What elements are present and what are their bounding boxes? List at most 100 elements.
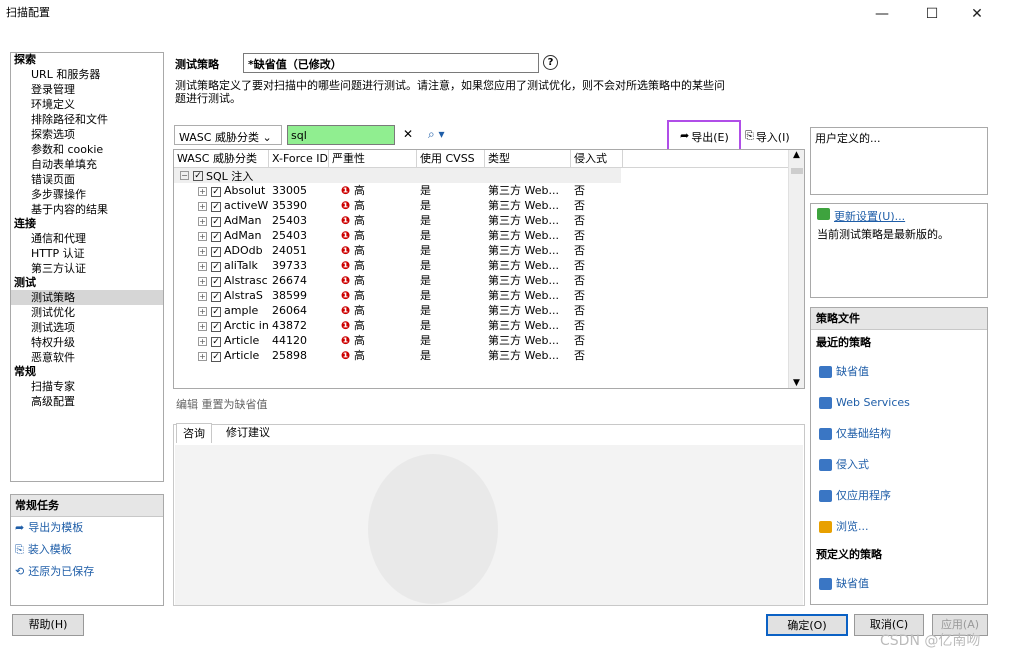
help-button[interactable]: 帮助(H) [12,614,84,636]
tab-fix-recommendation[interactable]: 修订建议 [220,423,276,443]
checkbox[interactable]: ✓ [193,170,203,181]
help-icon[interactable]: ? [543,55,558,70]
nav-item[interactable]: 错误页面 [11,172,163,187]
nav-item[interactable]: 恶意软件 [11,350,163,365]
nav-item[interactable]: 测试优化 [11,305,163,320]
ok-button[interactable]: 确定(O) [766,614,848,636]
checkbox[interactable]: ✓ [211,187,221,197]
expand-icon[interactable]: + [198,247,207,256]
col-type[interactable]: 类型 [485,150,571,168]
nav-item[interactable]: 排除路径和文件 [11,112,163,127]
table-row[interactable]: + ✓ activeW 35390 ❶ 高是第三方 Web... 否 [174,198,804,213]
expand-icon[interactable]: + [198,217,207,226]
recent-policy-item[interactable]: 仅应用程序 [811,480,987,511]
table-row[interactable]: + ✓ Absolut 33005 ❶ 高是第三方 Web... 否 [174,183,804,198]
expand-icon[interactable]: + [198,292,207,301]
checkbox[interactable]: ✓ [211,337,221,347]
nav-item[interactable]: 参数和 cookie [11,142,163,157]
table-row[interactable]: + ✓ AlstraS 38599 ❶ 高是第三方 Web... 否 [174,288,804,303]
table-row[interactable]: + ✓ ample 26064 ❶ 高是第三方 Web... 否 [174,303,804,318]
nav-item[interactable]: 登录管理 [11,82,163,97]
scroll-thumb[interactable] [791,168,803,174]
recent-policy-item[interactable]: Web Services [811,387,987,418]
expand-icon[interactable]: + [198,187,207,196]
col-cvss[interactable]: 使用 CVSS [417,150,485,168]
nav-item[interactable]: 扫描专家 [11,379,163,394]
restore-saved-link[interactable]: ⟲ 还原为已保存 [11,561,163,583]
checkbox[interactable]: ✓ [211,247,221,257]
chevron-down-icon: ⌄ [262,131,272,144]
expand-icon[interactable]: + [198,202,207,211]
collapse-icon[interactable]: − [180,171,189,180]
checkbox[interactable]: ✓ [211,262,221,272]
load-template-link[interactable]: ⎘ 装入模板 [11,539,163,561]
policy-name-field[interactable]: *缺省值（已修改） [243,53,539,73]
group-row[interactable]: − ✓ SQL 注入 [174,168,621,183]
close-button[interactable]: ✕ [955,0,999,28]
nav-item[interactable]: 高级配置 [11,394,163,409]
tab-advisory[interactable]: 咨询 [176,423,212,443]
recent-policy-item[interactable]: 仅基础结构 [811,418,987,449]
search-icon[interactable]: ⌕ ▾ [428,127,445,142]
nav-item[interactable]: 特权升级 [11,335,163,350]
clear-icon[interactable]: ✕ [403,127,413,141]
grid-scrollbar[interactable]: ▲ ▼ [788,150,804,388]
browse-link[interactable]: 浏览... [811,511,987,542]
nav-item[interactable]: 测试选项 [11,320,163,335]
recent-policy-item[interactable]: 侵入式 [811,449,987,480]
table-row[interactable]: + ✓ ADOdb 24051 ❶ 高是第三方 Web... 否 [174,243,804,258]
export-button[interactable]: ➦ 导出(E) [680,129,729,145]
table-row[interactable]: + ✓ AdMan 25403 ❶ 高是第三方 Web... 否 [174,213,804,228]
expand-icon[interactable]: + [198,232,207,241]
nav-item[interactable]: 通信和代理 [11,231,163,246]
nav-item[interactable]: 环境定义 [11,97,163,112]
predefined-policy-item[interactable]: 缺省值 [811,568,987,599]
update-settings-link[interactable]: 更新设置(U)... [817,208,905,224]
expand-icon[interactable]: + [198,352,207,361]
nav-item[interactable]: URL 和服务器 [11,67,163,82]
import-button[interactable]: ⎘ 导入(I) [745,129,790,145]
category-select[interactable]: WASC 威胁分类 ⌄ [174,125,282,145]
expand-icon[interactable]: + [198,322,207,331]
checkbox[interactable]: ✓ [211,232,221,242]
nav-item[interactable]: 第三方认证 [11,261,163,276]
col-wasc[interactable]: WASC 威胁分类 [174,150,269,168]
minimize-button[interactable]: — [860,0,904,28]
export-template-link[interactable]: ➦ 导出为模板 [11,517,163,539]
checkbox[interactable]: ✓ [211,307,221,317]
recent-policy-item[interactable]: 缺省值 [811,356,987,387]
maximize-button[interactable]: ☐ [910,0,954,28]
table-row[interactable]: + ✓ Alstrasc 26674 ❶ 高是第三方 Web... 否 [174,273,804,288]
table-row[interactable]: + ✓ AdMan 25403 ❶ 高是第三方 Web... 否 [174,228,804,243]
expand-icon[interactable]: + [198,277,207,286]
checkbox[interactable]: ✓ [211,352,221,362]
col-invasive[interactable]: 侵入式 [571,150,623,168]
checkbox[interactable]: ✓ [211,292,221,302]
expand-icon[interactable]: + [198,307,207,316]
table-row[interactable]: + ✓ Article 44120 ❶ 高是第三方 Web... 否 [174,333,804,348]
nav-item[interactable]: 探索选项 [11,127,163,142]
cell: 是 [420,229,431,242]
checkbox[interactable]: ✓ [211,217,221,227]
scroll-up-icon[interactable]: ▲ [789,150,804,160]
nav-item[interactable]: 自动表单填充 [11,157,163,172]
nav-item[interactable]: 基于内容的结果 [11,202,163,217]
checkbox[interactable]: ✓ [211,202,221,212]
expand-icon[interactable]: + [198,262,207,271]
nav-item[interactable]: HTTP 认证 [11,246,163,261]
edit-links[interactable]: 编辑 重置为缺省值 [176,396,268,412]
table-row[interactable]: + ✓ Arctic in 43872 ❶ 高是第三方 Web... 否 [174,318,804,333]
nav-item[interactable]: 测试策略 [11,290,163,305]
checkbox[interactable]: ✓ [211,277,221,287]
expand-icon[interactable]: + [198,337,207,346]
nav-item[interactable]: 多步骤操作 [11,187,163,202]
scroll-down-icon[interactable]: ▼ [789,378,804,388]
severity-high-icon: ❶ [341,259,351,272]
table-row[interactable]: + ✓ Article 25898 ❶ 高是第三方 Web... 否 [174,348,804,363]
col-severity[interactable]: 严重性 [329,150,417,168]
col-xforce[interactable]: X-Force ID [269,150,329,168]
search-input[interactable]: sql [287,125,395,145]
severity-label: 高 [353,319,365,332]
checkbox[interactable]: ✓ [211,322,221,332]
table-row[interactable]: + ✓ aliTalk 39733 ❶ 高是第三方 Web... 否 [174,258,804,273]
